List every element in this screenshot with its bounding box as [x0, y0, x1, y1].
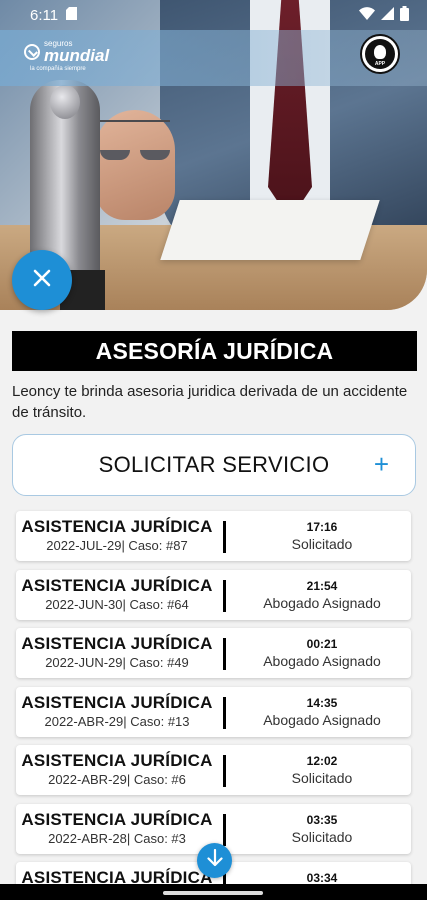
app-badge-label: APP	[374, 61, 386, 67]
case-title: ASISTENCIA JURÍDICA	[21, 576, 213, 595]
case-title: ASISTENCIA JURÍDICA	[21, 634, 213, 653]
case-subtitle: 2022-ABR-29| Caso: #13	[44, 714, 190, 729]
wifi-icon	[359, 6, 375, 24]
case-time: 21:54	[306, 579, 338, 593]
signal-icon	[381, 6, 394, 24]
brand-name: mundial	[44, 46, 110, 65]
brand-tagline: la compañía siempre	[30, 66, 86, 72]
case-title: ASISTENCIA JURÍDICA	[21, 517, 213, 536]
case-title: ASISTENCIA JURÍDICA	[21, 810, 213, 829]
case-status: Abogado Asignado	[263, 595, 381, 611]
case-status: Solicitado	[291, 770, 353, 786]
case-subtitle: 2022-ABR-29| Caso: #6	[48, 772, 186, 787]
request-service-button[interactable]: SOLICITAR SERVICIO +	[12, 434, 416, 496]
status-bar: 6:11	[0, 0, 427, 30]
battery-icon	[400, 5, 409, 25]
case-time: 03:35	[306, 813, 338, 827]
case-status: Abogado Asignado	[263, 712, 381, 728]
case-title: ASISTENCIA JURÍDICA	[21, 751, 213, 770]
home-gesture-handle[interactable]	[163, 891, 263, 895]
request-service-label: SOLICITAR SERVICIO	[98, 452, 330, 477]
brand-logo: seguros mundial la compañía siempre	[24, 40, 109, 72]
case-subtitle: 2022-JUN-29| Caso: #49	[45, 655, 189, 670]
case-status: Abogado Asignado	[263, 653, 381, 669]
page-title: ASESORÍA JURÍDICA	[12, 331, 417, 371]
case-divider	[223, 814, 226, 846]
case-time: 12:02	[306, 754, 338, 768]
case-status: Solicitado	[291, 829, 353, 845]
arrow-down-icon	[206, 848, 223, 872]
navigation-bar	[0, 884, 427, 900]
page-description: Leoncy te brinda asesoria juridica deriv…	[12, 383, 408, 421]
case-status: Solicitado	[291, 536, 353, 552]
case-divider	[223, 755, 226, 787]
brand-check-icon	[24, 44, 40, 60]
plus-icon: +	[373, 449, 389, 479]
close-button[interactable]	[12, 250, 72, 310]
case-card[interactable]: ASISTENCIA JURÍDICA 2022-ABR-29| Caso: #…	[16, 687, 411, 737]
case-divider	[223, 638, 226, 670]
scroll-down-button[interactable]	[197, 843, 232, 878]
case-time: 17:16	[306, 520, 338, 534]
case-card[interactable]: ASISTENCIA JURÍDICA 2022-JUN-29| Caso: #…	[16, 628, 411, 678]
case-divider	[223, 521, 226, 553]
case-time: 14:35	[306, 696, 338, 710]
case-title: ASISTENCIA JURÍDICA	[21, 693, 213, 712]
case-divider	[223, 697, 226, 729]
case-card[interactable]: ASISTENCIA JURÍDICA 2022-ABR-29| Caso: #…	[16, 745, 411, 795]
sd-card-icon	[66, 6, 78, 24]
case-time: 00:21	[306, 637, 338, 651]
case-subtitle: 2022-JUN-30| Caso: #64	[45, 597, 189, 612]
case-divider	[223, 580, 226, 612]
close-icon	[33, 269, 51, 292]
case-subtitle: 2022-JUL-29| Caso: #87	[46, 538, 188, 553]
status-time: 6:11	[30, 6, 59, 24]
case-card[interactable]: ASISTENCIA JURÍDICA 2022-JUL-29| Caso: #…	[16, 511, 411, 561]
case-subtitle: 2022-ABR-28| Caso: #3	[48, 831, 186, 846]
app-badge-logo: APP	[360, 34, 400, 74]
case-card[interactable]: ASISTENCIA JURÍDICA 2022-JUN-30| Caso: #…	[16, 570, 411, 620]
